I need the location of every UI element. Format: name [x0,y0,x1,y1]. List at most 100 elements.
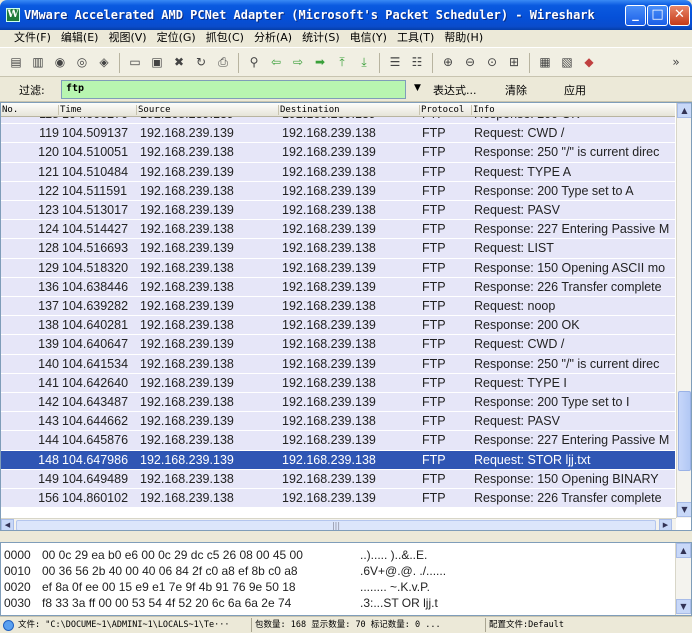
cell-time: 104.649489 [62,471,129,486]
scroll-down-icon[interactable]: ▼ [677,502,691,517]
packet-list-vertical-scrollbar[interactable]: ▲ ▼ [676,103,691,518]
window-title: VMware Accelerated AMD PCNet Adapter (Mi… [24,8,595,22]
scroll-up-icon[interactable]: ▲ [677,103,691,118]
zoom-in-icon[interactable]: ⊕ [439,53,457,71]
reload-icon[interactable]: ↻ [192,53,210,71]
menu-go[interactable]: 定位(G) [152,30,201,47]
go-last-icon[interactable]: ⤓ [355,53,373,71]
go-back-icon[interactable]: ⇦ [267,53,285,71]
table-row[interactable]: 143 104.644662 192.168.239.139 192.168.239.… [1,412,675,432]
scroll-left-icon[interactable]: ◀ [1,519,14,530]
column-header-time[interactable]: Time [58,105,82,115]
close-file-icon[interactable]: ✖ [170,53,188,71]
menu-view[interactable]: 视图(V) [103,30,151,47]
column-header-info[interactable]: Info [471,105,495,115]
display-filter-input[interactable]: ftp [61,80,406,99]
column-header-destination[interactable]: Destination [278,105,340,115]
find-packet-icon[interactable]: ⚲ [245,53,263,71]
maximize-button[interactable]: □ [647,5,668,26]
menu-edit[interactable]: 编辑(E) [56,30,104,47]
table-row[interactable]: 156 104.860102 192.168.239.138 192.168.239.… [1,489,675,509]
status-profile[interactable]: 配置文件:Default [489,620,564,631]
capture-restart-icon[interactable]: ◈ [95,53,113,71]
save-file-icon[interactable]: ▣ [148,53,166,71]
menu-help[interactable]: 帮助(H) [439,30,488,47]
display-filters-icon[interactable]: ▧ [558,53,576,71]
autoscroll-icon[interactable]: ☷ [408,53,426,71]
hex-vertical-scrollbar[interactable]: ▲ ▼ [675,543,691,615]
column-header-source[interactable]: Source [136,105,171,115]
table-row[interactable]: 119 104.509137 192.168.239.139 192.168.239.… [1,124,675,144]
hex-line[interactable]: 0010 00 36 56 2b 40 00 40 06 84 2f c0 a8 … [4,564,446,580]
toolbar-more-chevron[interactable]: » [667,53,685,71]
open-file-icon[interactable]: ▭ [126,53,144,71]
menu-tools[interactable]: 工具(T) [392,30,439,47]
table-row[interactable]: 140 104.641534 192.168.239.138 192.168.239.… [1,354,675,374]
capture-filters-icon[interactable]: ▦ [536,53,554,71]
cell-no: 139 [38,337,59,352]
menu-telephony[interactable]: 电信(Y) [345,30,392,47]
cell-dst: 192.168.239.138 [282,375,376,390]
hex-line[interactable]: 0030 f8 33 3a ff 00 00 53 54 4f 52 20 6c … [4,596,438,612]
table-row[interactable]: 124 104.514427 192.168.239.138 192.168.239.… [1,220,675,240]
table-row[interactable]: 121 104.510484 192.168.239.139 192.168.239.… [1,162,675,182]
table-row[interactable]: 142 104.643487 192.168.239.138 192.168.239.… [1,393,675,413]
table-row-selected[interactable]: 148 104.647986 192.168.239.139 192.168.239.… [1,450,675,470]
scroll-up-icon[interactable]: ▲ [676,543,691,558]
coloring-rules-icon[interactable]: ◆ [580,53,598,71]
cell-src: 192.168.239.139 [140,414,234,429]
table-row[interactable]: 128 104.516693 192.168.239.139 192.168.239.… [1,239,675,259]
table-row[interactable]: 138 104.640281 192.168.239.138 192.168.239.… [1,316,675,336]
capture-stop-icon[interactable]: ◎ [73,53,91,71]
cell-no: 137 [38,299,59,313]
scroll-thumb[interactable] [678,391,691,471]
table-row[interactable]: 149 104.649489 192.168.239.138 192.168.239.… [1,469,675,489]
zoom-out-icon[interactable]: ⊖ [461,53,479,71]
resize-columns-icon[interactable]: ⊞ [505,53,523,71]
table-row[interactable]: 139 104.640647 192.168.239.139 192.168.239.… [1,335,675,355]
menu-analyze[interactable]: 分析(A) [249,30,297,47]
filter-clear-button[interactable]: 清除 [505,82,527,98]
expert-info-icon[interactable] [3,620,14,631]
hex-line[interactable]: 0000 00 0c 29 ea b0 e6 00 0c 29 dc c5 26 … [4,548,427,564]
zoom-normal-icon[interactable]: ⊙ [483,53,501,71]
filter-apply-button[interactable]: 应用 [564,82,586,98]
table-row[interactable]: 129 104.518320 192.168.239.138 192.168.239.… [1,258,675,278]
column-header-no[interactable]: No. [1,105,18,115]
close-button[interactable]: ✕ [669,5,690,26]
table-row[interactable]: 141 104.642640 192.168.239.139 192.168.239.… [1,373,675,393]
hex-off: 0030 [4,596,31,610]
minimize-button[interactable]: _ [625,5,646,26]
table-row[interactable]: 137 104.639282 192.168.239.139 192.168.239.… [1,297,675,317]
print-icon[interactable]: ⎙ [214,53,232,71]
cell-proto: FTP [422,126,446,141]
menu-statistics[interactable]: 统计(S) [297,30,345,47]
menu-file[interactable]: 文件(F) [9,30,56,47]
packet-list-horizontal-scrollbar[interactable]: ◀ ||| ▶ [1,518,676,530]
go-to-packet-icon[interactable]: ➡ [311,53,329,71]
scroll-down-icon[interactable]: ▼ [676,599,691,614]
interface-list-icon[interactable]: ▤ [7,53,25,71]
table-row[interactable]: 144 104.645876 192.168.239.138 192.168.239.… [1,431,675,451]
menu-capture[interactable]: 抓包(C) [201,30,249,47]
go-first-icon[interactable]: ⤒ [333,53,351,71]
filter-dropdown-icon[interactable]: ▼ [414,83,421,93]
hex-line[interactable]: 0020 ef 8a 0f ee 00 15 e9 e1 7e 9f 4b 91 … [4,580,430,596]
table-row[interactable]: 120 104.510051 192.168.239.138 192.168.239.… [1,143,675,163]
scroll-right-icon[interactable]: ▶ [659,519,672,530]
table-row[interactable]: 122 104.511591 192.168.239.138 192.168.239.… [1,181,675,201]
column-header-protocol[interactable]: Protocol [419,105,464,115]
cell-proto: FTP [422,452,446,467]
filter-expression-button[interactable]: 表达式... [433,82,477,98]
table-row[interactable]: 136 104.638446 192.168.239.138 192.168.239.… [1,277,675,297]
cell-dst: 192.168.239.138 [282,299,376,313]
colorize-icon[interactable]: ☰ [386,53,404,71]
capture-options-icon[interactable]: ▥ [29,53,47,71]
capture-start-icon[interactable]: ◉ [51,53,69,71]
pane-splitter[interactable] [0,531,692,542]
go-forward-icon[interactable]: ⇨ [289,53,307,71]
table-row[interactable]: 123 104.513017 192.168.239.139 192.168.239.… [1,201,675,221]
scroll-thumb[interactable]: ||| [16,520,656,530]
cell-dst: 192.168.239.139 [282,145,376,160]
cell-no: 121 [38,164,59,179]
